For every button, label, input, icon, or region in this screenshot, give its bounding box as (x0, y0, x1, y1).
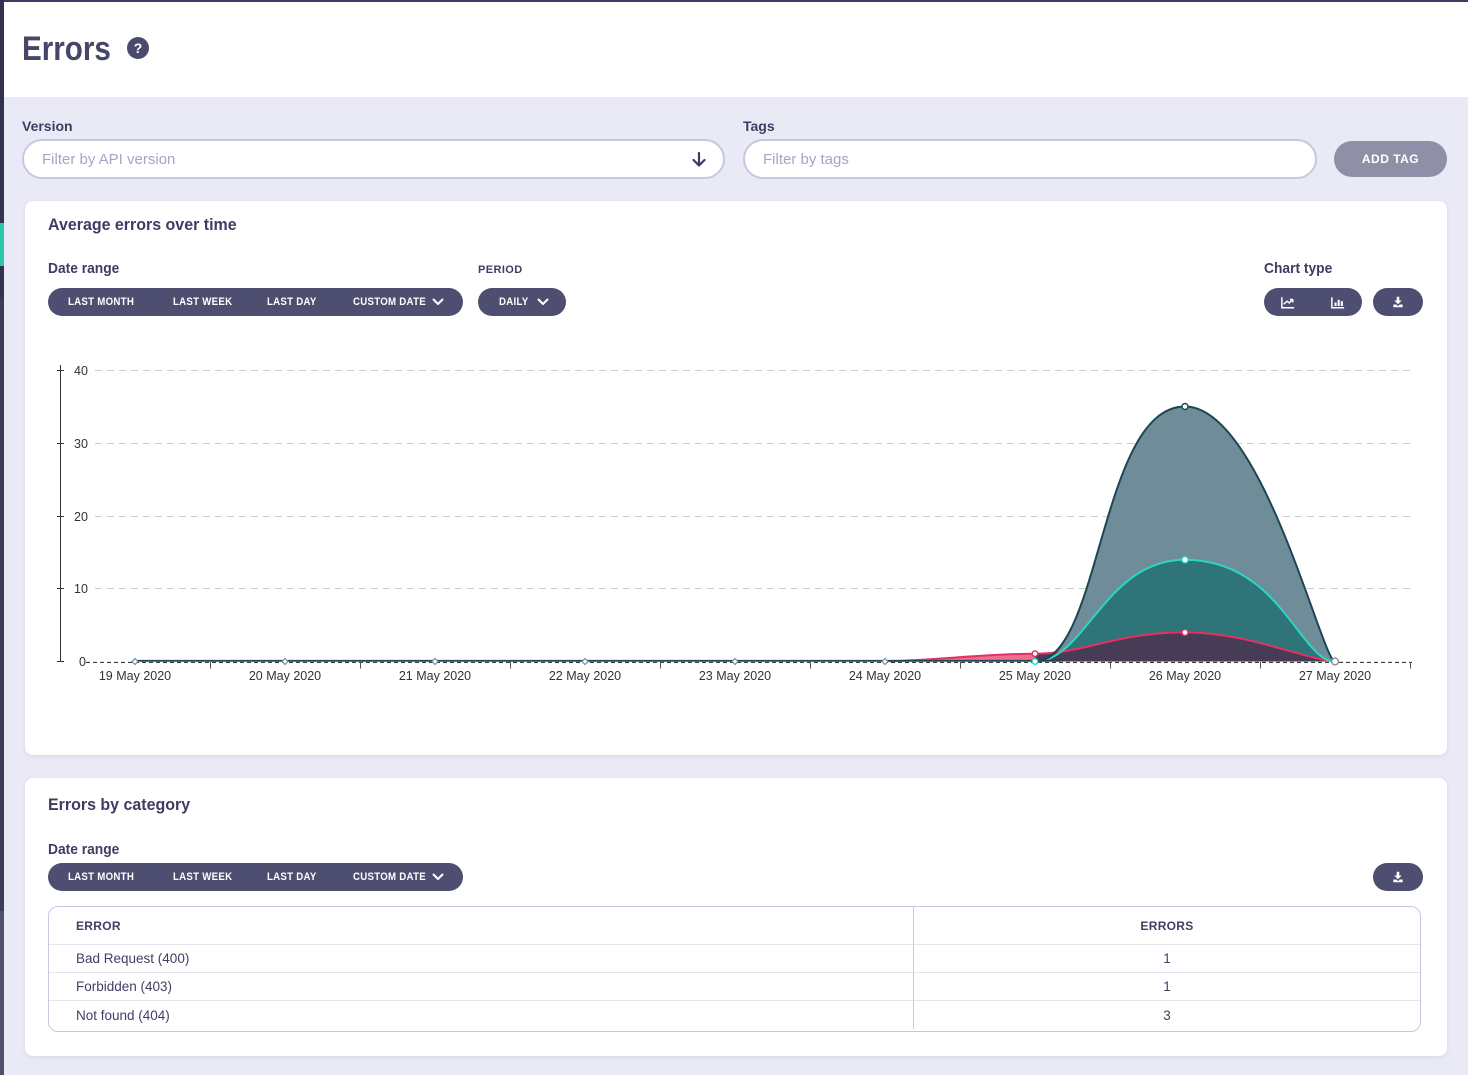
svg-text:23 May 2020: 23 May 2020 (699, 669, 771, 683)
svg-text:26 May 2020: 26 May 2020 (1149, 669, 1221, 683)
svg-text:24 May 2020: 24 May 2020 (849, 669, 921, 683)
svg-text:30: 30 (74, 437, 88, 451)
svg-text:27 May 2020: 27 May 2020 (1299, 669, 1371, 683)
svg-text:21 May 2020: 21 May 2020 (399, 669, 471, 683)
svg-text:10: 10 (74, 582, 88, 596)
svg-text:20 May 2020: 20 May 2020 (249, 669, 321, 683)
svg-text:0: 0 (79, 655, 86, 669)
svg-text:22 May 2020: 22 May 2020 (549, 669, 621, 683)
svg-text:20: 20 (74, 510, 88, 524)
svg-text:40: 40 (74, 364, 88, 378)
svg-text:25 May 2020: 25 May 2020 (999, 669, 1071, 683)
svg-text:19 May 2020: 19 May 2020 (99, 669, 171, 683)
